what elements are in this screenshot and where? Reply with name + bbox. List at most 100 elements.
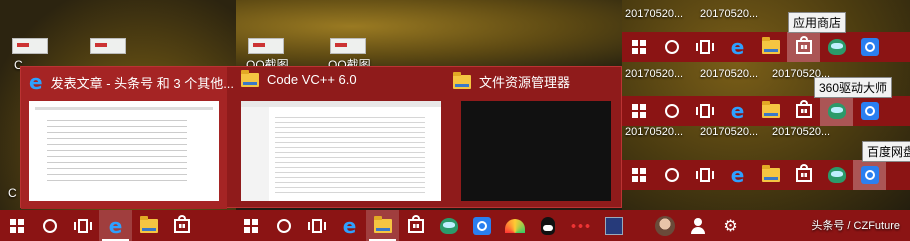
cortana-icon xyxy=(42,218,57,233)
taskbar: e e ⚙ xyxy=(0,210,910,241)
explorer-button[interactable] xyxy=(366,210,399,241)
user-icon xyxy=(690,217,706,234)
taskbar-crop-2: e xyxy=(622,96,910,126)
desktop-file-icon[interactable] xyxy=(12,38,48,54)
start-button[interactable] xyxy=(234,210,267,241)
folder-icon xyxy=(761,165,780,182)
switcher-card-edge[interactable]: e 发表文章 - 头条号 和 3 个其他... xyxy=(21,67,234,209)
baidu-netdisk-icon xyxy=(472,216,491,235)
baidu-tooltip: 百度网盘 xyxy=(862,141,910,162)
explorer-button[interactable] xyxy=(132,210,165,241)
start-button[interactable] xyxy=(0,210,33,241)
baidu-netdisk-icon xyxy=(860,102,879,120)
cortana-button[interactable] xyxy=(267,210,300,241)
avatar-icon xyxy=(654,215,675,236)
folder-icon xyxy=(373,215,392,233)
edge-button[interactable]: e xyxy=(721,32,754,62)
baidu-netdisk-button[interactable] xyxy=(853,32,886,62)
folder-icon xyxy=(139,215,158,233)
taskbar-crop-1: e xyxy=(622,32,910,62)
window-title: Code VC++ 6.0 xyxy=(267,72,357,87)
desktop-icon-label: 20170520... xyxy=(772,126,831,138)
task-view-button[interactable] xyxy=(688,160,721,190)
switcher-card-explorer[interactable]: 文件资源管理器 xyxy=(445,67,623,209)
explorer-button[interactable] xyxy=(754,32,787,62)
taskbar-crop-3: e xyxy=(622,160,910,190)
task-view-icon xyxy=(307,218,326,233)
dots-app-icon xyxy=(569,220,592,231)
dots-app-button[interactable] xyxy=(564,210,597,241)
explorer-button[interactable] xyxy=(754,96,787,126)
edge-button[interactable]: e xyxy=(333,210,366,241)
user-button[interactable] xyxy=(681,210,714,241)
baidu-netdisk-button[interactable] xyxy=(853,96,886,126)
baidu-netdisk-button[interactable] xyxy=(465,210,498,241)
store-button[interactable] xyxy=(787,96,820,126)
windows-icon xyxy=(9,218,24,233)
baidu-netdisk-button[interactable] xyxy=(853,160,886,190)
desktop-file-icon[interactable] xyxy=(90,38,126,54)
store-icon xyxy=(407,214,424,233)
desktop-icon-label: 20170520... xyxy=(625,126,684,138)
cortana-button[interactable] xyxy=(655,32,688,62)
task-view-button[interactable] xyxy=(66,210,99,241)
window-title: 发表文章 - 头条号 和 3 个其他... xyxy=(50,75,235,91)
store-icon xyxy=(795,36,812,54)
desktop-file-icon[interactable] xyxy=(248,38,284,54)
window-thumbnail xyxy=(241,101,441,201)
store-button[interactable] xyxy=(165,210,198,241)
store-button[interactable] xyxy=(399,210,432,241)
rainbow-app-button[interactable] xyxy=(498,210,531,241)
cortana-button[interactable] xyxy=(655,96,688,126)
baidu-netdisk-icon xyxy=(860,166,879,184)
switcher-card-title: Code VC++ 6.0 xyxy=(241,69,357,87)
360-icon xyxy=(439,217,458,234)
360-button[interactable] xyxy=(820,96,853,126)
cortana-icon xyxy=(664,40,679,54)
edge-icon: e xyxy=(730,35,745,59)
avatar-button[interactable] xyxy=(648,210,681,241)
windows-icon xyxy=(631,40,646,54)
desktop-file-icon[interactable] xyxy=(330,38,366,54)
explorer-button[interactable] xyxy=(754,160,787,190)
desktop-icon-label: 20170520... xyxy=(700,68,759,80)
360-icon xyxy=(827,39,846,55)
start-button[interactable] xyxy=(622,96,655,126)
cortana-button[interactable] xyxy=(655,160,688,190)
folder-icon xyxy=(453,71,471,89)
settings-button[interactable]: ⚙ xyxy=(714,210,747,241)
switcher-card-title: 文件资源管理器 xyxy=(453,71,570,91)
edge-button[interactable]: e xyxy=(721,96,754,126)
calculator-button[interactable] xyxy=(597,210,630,241)
qq-button[interactable] xyxy=(531,210,564,241)
start-button[interactable] xyxy=(622,160,655,190)
edge-icon: e xyxy=(730,99,745,123)
cortana-button[interactable] xyxy=(33,210,66,241)
edge-button[interactable]: e xyxy=(99,210,132,241)
edge-icon: e xyxy=(730,163,745,187)
start-button[interactable] xyxy=(622,32,655,62)
cortana-icon xyxy=(276,218,291,233)
desktop-wallpaper-middle xyxy=(236,0,622,66)
edge-button[interactable]: e xyxy=(721,160,754,190)
switcher-card-vc[interactable]: Code VC++ 6.0 xyxy=(233,67,441,209)
task-view-icon xyxy=(695,104,714,118)
calculator-icon xyxy=(604,216,623,235)
task-view-button[interactable] xyxy=(688,96,721,126)
desktop-icon-label: 20170520... xyxy=(700,126,759,138)
360-button[interactable] xyxy=(820,32,853,62)
task-view-button[interactable] xyxy=(300,210,333,241)
window-thumbnail xyxy=(29,101,219,201)
360-button[interactable] xyxy=(820,160,853,190)
folder-icon xyxy=(241,69,259,87)
360-button[interactable] xyxy=(432,210,465,241)
360-icon xyxy=(827,103,846,119)
desktop-icon-label: 20170520... xyxy=(625,8,684,20)
store-button[interactable] xyxy=(787,32,820,62)
store-button[interactable] xyxy=(787,160,820,190)
task-view-button[interactable] xyxy=(688,32,721,62)
store-icon xyxy=(795,164,812,182)
360-icon xyxy=(827,167,846,183)
